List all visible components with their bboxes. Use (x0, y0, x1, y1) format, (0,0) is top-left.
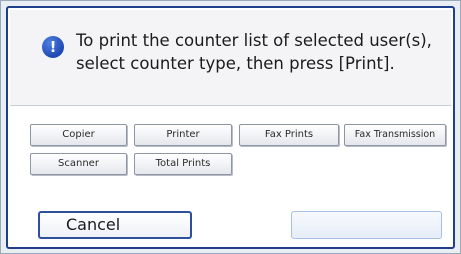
screen-frame: ! To print the counter list of selected … (0, 0, 461, 254)
total-prints-button[interactable]: Total Prints (134, 153, 232, 175)
copier-button[interactable]: Copier (30, 124, 127, 146)
counter-list-dialog: ! To print the counter list of selected … (6, 6, 455, 249)
scanner-button[interactable]: Scanner (30, 153, 127, 175)
message-line-2: select counter type, then press [Print]. (76, 54, 395, 73)
message-line-1: To print the counter list of selected us… (76, 31, 432, 50)
fax-prints-button[interactable]: Fax Prints (239, 124, 339, 146)
fax-transmission-button[interactable]: Fax Transmission (344, 124, 446, 146)
message-area: ! To print the counter list of selected … (10, 10, 451, 106)
info-icon: ! (42, 36, 64, 58)
dialog-message: To print the counter list of selected us… (76, 29, 446, 75)
print-button[interactable] (291, 211, 442, 239)
cancel-button[interactable]: Cancel (38, 211, 192, 239)
printer-button[interactable]: Printer (134, 124, 232, 146)
